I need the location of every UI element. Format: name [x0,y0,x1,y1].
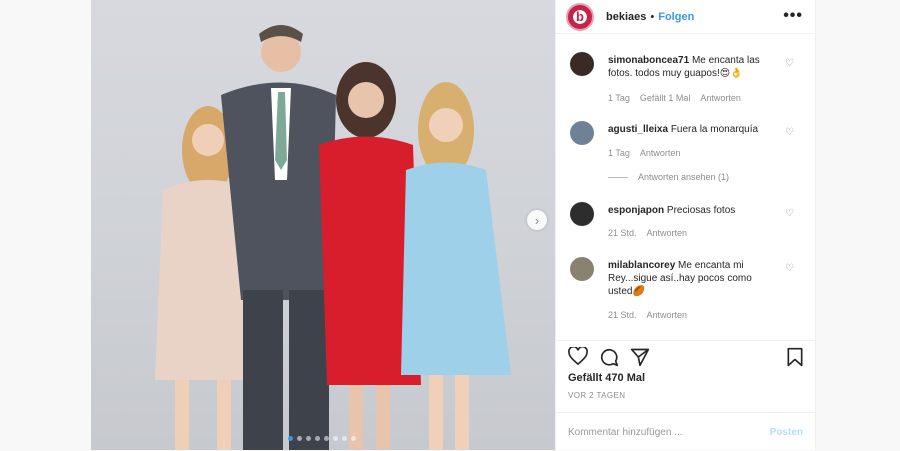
comment-time: 21 Std. [608,228,637,238]
bookmark-icon[interactable] [786,347,804,372]
comment-meta: 1 Tag Antworten [608,148,680,158]
comment-likes[interactable]: Gefällt 1 Mal [640,93,691,103]
reply-button[interactable]: Antworten [647,228,688,238]
comment-user[interactable]: agusti_lleixa [608,124,668,135]
account-name[interactable]: bekiaes [606,11,646,23]
reply-button[interactable]: Antworten [640,148,681,158]
post-date: VOR 2 TAGEN [568,391,626,400]
comment-time: 1 Tag [608,93,630,103]
post-header: b bekiaes • Folgen ••• [556,0,815,34]
comment-text: Preciosas fotos [666,205,736,216]
avatar[interactable] [570,202,594,226]
reply-button[interactable]: Antworten [700,93,741,103]
replies-divider [608,176,628,178]
carousel-dot [324,436,329,441]
comment-time: 1 Tag [608,148,630,158]
carousel-indicator [288,436,356,441]
avatar[interactable] [570,121,594,145]
account-avatar[interactable]: b [566,2,594,31]
comment-time: 21 Std. [608,310,637,320]
add-comment-bar: Kommentar hinzufügen ... Posten [556,412,815,451]
carousel-dot [315,436,320,441]
comment-meta: 1 Tag Gefällt 1 Mal Antworten [608,93,741,103]
comment-user[interactable]: simonabonc​ea71 [608,55,689,66]
post-actions [556,340,815,371]
heart-icon[interactable] [568,345,588,370]
comment-input[interactable]: Kommentar hinzufügen ... [568,427,683,438]
share-icon[interactable] [630,347,650,372]
more-dots-icon[interactable]: ••• [783,7,803,25]
header-separator: • [650,10,655,23]
view-replies-label: Antworten ansehen (1) [638,172,730,182]
like-comment-icon[interactable]: ♡ [785,263,794,274]
comment-user[interactable]: esponjapon [608,205,664,216]
comment-meta: 21 Std. Antworten [608,310,687,320]
like-comment-icon[interactable]: ♡ [785,127,794,138]
family-portrait-image [155,25,511,450]
comment-user[interactable]: milablancorey [608,260,675,271]
carousel-dot [342,436,347,441]
next-image-button[interactable]: › [527,210,547,230]
post-comment-button[interactable]: Posten [770,427,803,438]
chevron-right-icon: › [534,212,540,228]
like-comment-icon[interactable]: ♡ [785,208,794,219]
comment-text: Fuera la monarquía [670,124,759,135]
avatar[interactable] [570,52,594,76]
carousel-dot [288,436,293,441]
carousel-dot [306,436,311,441]
view-replies-button[interactable]: Antworten ansehen (1) [608,172,729,182]
carousel-dot [351,436,356,441]
likes-count[interactable]: Gefällt 470 Mal [568,372,645,384]
post-side-panel: b bekiaes • Folgen ••• simonabonc​ea71 M… [555,0,816,450]
post-photo: › [91,0,555,450]
carousel-dot [297,436,302,441]
comment-body: agusti_lleixa Fuera la monarquía [608,123,776,136]
follow-button[interactable]: Folgen [658,11,694,23]
reply-button[interactable]: Antworten [647,310,688,320]
comment-body: milablancorey Me encanta mi Rey...sigue … [608,259,776,298]
avatar[interactable] [570,257,594,281]
comment-meta: 21 Std. Antworten [608,228,687,238]
comment-icon[interactable] [599,347,619,372]
like-comment-icon[interactable]: ♡ [785,58,794,69]
comment-body: simonabonc​ea71 Me encanta las fotos. to… [608,54,776,80]
comment-body: esponjapon Preciosas fotos [608,204,776,217]
carousel-dot [333,436,338,441]
